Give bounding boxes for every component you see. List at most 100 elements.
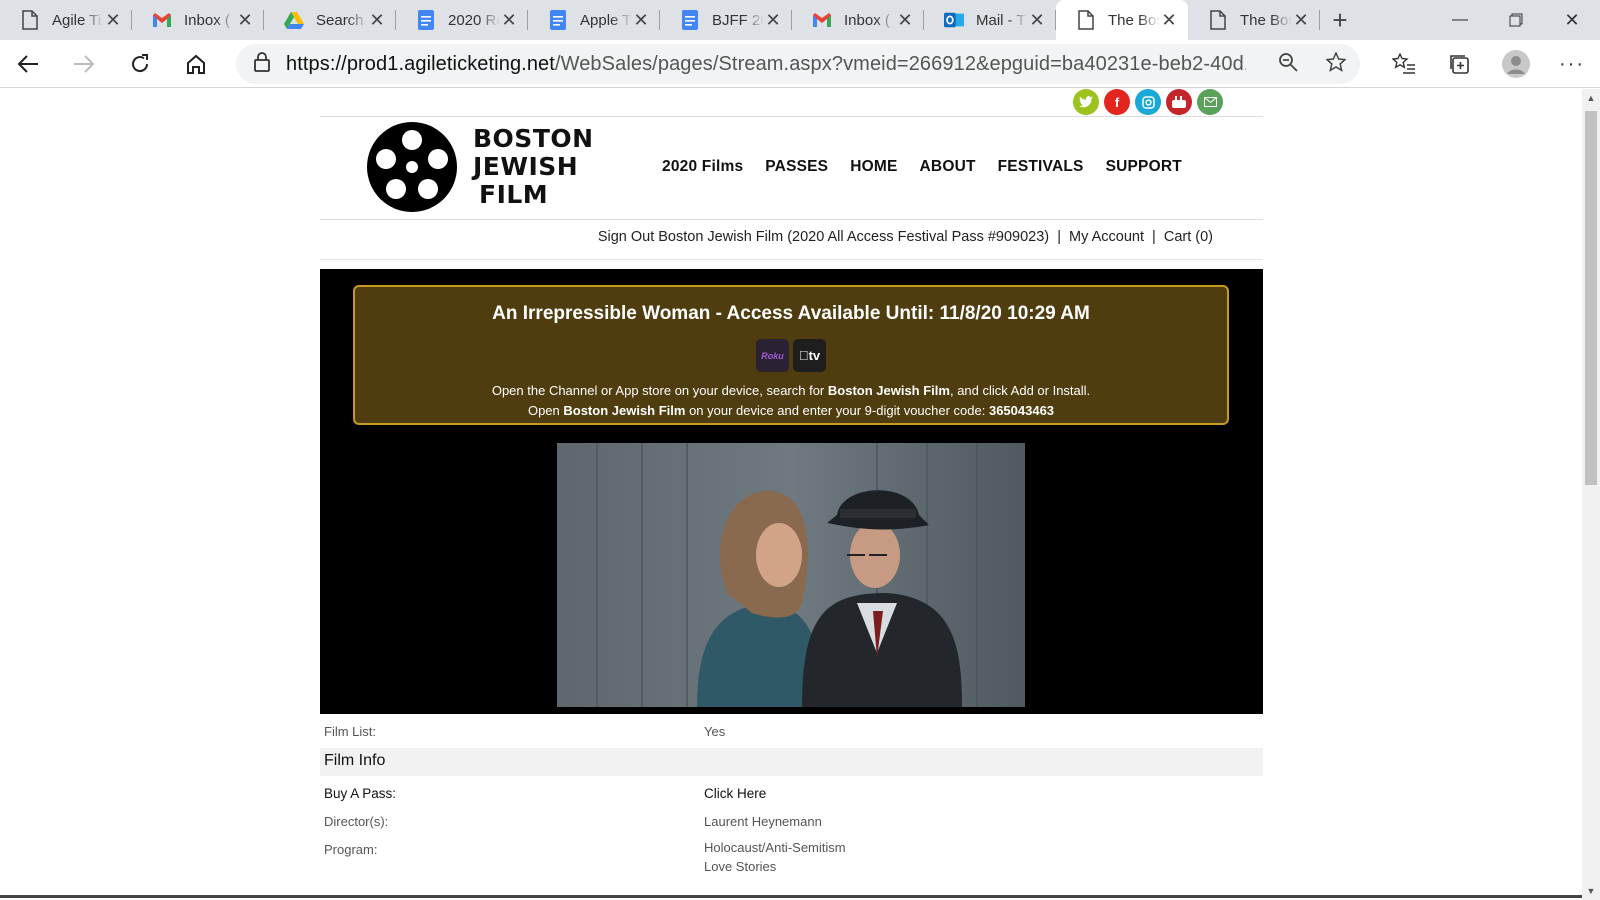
close-icon[interactable]: ✕ [1160, 10, 1178, 30]
browser-tab[interactable]: Mail - T ✕ [924, 0, 1056, 40]
nav-about[interactable]: ABOUT [920, 158, 976, 176]
page-viewport: f BOSTON JEWISH FILM 2020 Films PASSES H… [0, 89, 1582, 900]
close-icon[interactable]: ✕ [104, 10, 122, 30]
close-icon[interactable]: ✕ [1028, 10, 1046, 30]
browser-tab[interactable]: 2020 Ro ✕ [396, 0, 528, 40]
tab-label: The Bos [1108, 11, 1160, 29]
twitter-icon[interactable] [1073, 89, 1099, 115]
access-title: An Irrepressible Woman - Access Availabl… [492, 303, 1090, 324]
more-menu-icon[interactable]: ··· [1544, 40, 1600, 88]
profile-avatar[interactable] [1488, 40, 1544, 88]
tab-label: The Bos [1240, 11, 1292, 29]
instruction-text: on your device and enter your 9-digit vo… [685, 403, 989, 418]
nav-home[interactable]: HOME [850, 158, 897, 176]
browser-tab[interactable]: BJFF 20 ✕ [660, 0, 792, 40]
browser-tab-strip: Agile Ti ✕ Inbox ( ✕ Search ✕ 2020 Ro ✕ … [0, 0, 1600, 40]
info-row-buy-pass: Buy A Pass: Click Here [320, 776, 1263, 804]
refresh-icon[interactable] [112, 40, 168, 88]
program-item: Love Stories [704, 859, 777, 874]
browser-tab[interactable]: Apple T ✕ [528, 0, 660, 40]
tab-label: Mail - T [976, 11, 1026, 29]
info-row-director: Director(s): Laurent Heynemann [320, 804, 1263, 832]
info-label: Film List: [324, 724, 376, 739]
scrollbar-thumb[interactable] [1585, 111, 1597, 485]
lock-icon [254, 51, 270, 77]
divider [320, 116, 1263, 117]
docs-icon [416, 10, 436, 30]
instruction-text: Open [527, 403, 564, 418]
outlook-icon [944, 10, 964, 30]
scroll-up-icon[interactable]: ▲ [1582, 89, 1600, 107]
film-info-table: Film List: Yes Film Info Buy A Pass: Cli… [320, 714, 1263, 878]
divider [320, 219, 1263, 220]
favorite-star-icon[interactable] [1325, 50, 1347, 77]
youtube-icon[interactable] [1166, 89, 1192, 115]
brand-name: BOSTON JEWISH FILM [473, 125, 594, 209]
brand-line: BOSTON [473, 124, 594, 153]
docs-icon [680, 10, 700, 30]
nav-support[interactable]: SUPPORT [1106, 158, 1182, 176]
zoom-icon[interactable] [1278, 52, 1298, 77]
url-text[interactable]: https://prod1.agileticketing.net/WebSale… [286, 53, 1246, 76]
scroll-down-icon[interactable]: ▼ [1582, 882, 1600, 900]
gmail-icon [812, 10, 832, 30]
account-bar[interactable]: Sign Out Boston Jewish Film (2020 All Ac… [598, 229, 1213, 245]
apple-tv-app-icon[interactable]: tv [793, 339, 826, 372]
email-icon[interactable] [1197, 89, 1223, 115]
browser-tab[interactable]: Search ✕ [264, 0, 396, 40]
section-title: Film Info [324, 752, 386, 769]
collections-icon[interactable] [1432, 40, 1488, 88]
favorites-icon[interactable] [1376, 40, 1432, 88]
tab-label: Search [316, 11, 364, 29]
section-header: Film Info [320, 748, 1263, 776]
film-still-video[interactable] [557, 443, 1025, 707]
nav-passes[interactable]: PASSES [765, 158, 828, 176]
page-icon [1208, 10, 1228, 30]
restore-icon[interactable] [1488, 0, 1544, 40]
close-icon[interactable]: ✕ [632, 10, 650, 30]
docs-icon [548, 10, 568, 30]
close-icon[interactable]: ✕ [764, 10, 782, 30]
instruction-line-2: Open Boston Jewish Film on your device a… [355, 402, 1227, 420]
browser-tab[interactable]: Inbox ( ✕ [132, 0, 264, 40]
tab-label: Inbox ( [184, 11, 230, 29]
close-icon[interactable]: ✕ [368, 10, 386, 30]
tab-label: 2020 Ro [448, 11, 500, 29]
forward-icon[interactable] [56, 40, 112, 88]
instagram-icon[interactable] [1135, 89, 1161, 115]
page-icon [20, 10, 40, 30]
info-value: Holocaust/Anti-Semitism Love Stories [704, 838, 846, 876]
back-icon[interactable] [0, 40, 56, 88]
close-window-icon[interactable]: ✕ [1544, 0, 1600, 40]
facebook-icon[interactable]: f [1104, 89, 1130, 115]
nav-festivals[interactable]: FESTIVALS [998, 158, 1084, 176]
address-bar[interactable]: https://prod1.agileticketing.net/WebSale… [236, 44, 1360, 84]
roku-app-icon[interactable]: Roku [756, 339, 789, 372]
close-icon[interactable]: ✕ [1292, 10, 1310, 30]
url-path: /WebSales/pages/Stream.aspx?vmeid=266912… [554, 52, 1246, 75]
info-label: Director(s): [324, 814, 389, 829]
apple-logo-icon:  [799, 348, 809, 363]
page-bottom-border [0, 895, 1582, 898]
close-icon[interactable]: ✕ [500, 10, 518, 30]
instruction-bold: Boston Jewish Film [827, 383, 950, 398]
buy-pass-link[interactable]: Click Here [704, 786, 766, 801]
new-tab-button[interactable]: + [1320, 0, 1360, 40]
main-nav: 2020 Films PASSES HOME ABOUT FESTIVALS S… [662, 158, 1182, 176]
home-icon[interactable] [168, 40, 224, 88]
instruction-line-1: Open the Channel or App store on your de… [355, 382, 1227, 400]
nav-2020-films[interactable]: 2020 Films [662, 158, 743, 176]
minimize-icon[interactable]: — [1432, 0, 1488, 40]
close-icon[interactable]: ✕ [896, 10, 914, 30]
browser-tab[interactable]: Inbox ( ✕ [792, 0, 924, 40]
close-icon[interactable]: ✕ [236, 10, 254, 30]
vertical-scrollbar[interactable]: ▲ ▼ [1582, 89, 1600, 900]
site-logo[interactable]: BOSTON JEWISH FILM [367, 122, 594, 212]
info-label: Buy A Pass: [324, 786, 397, 801]
tab-label: Agile Ti [52, 11, 102, 29]
info-row-film-list: Film List: Yes [320, 714, 1263, 742]
browser-tab[interactable]: Agile Ti ✕ [0, 0, 132, 40]
browser-tab-active[interactable]: The Bos ✕ [1056, 0, 1188, 40]
film-still-image [557, 443, 1025, 707]
browser-tab[interactable]: The Bos ✕ [1188, 0, 1320, 40]
